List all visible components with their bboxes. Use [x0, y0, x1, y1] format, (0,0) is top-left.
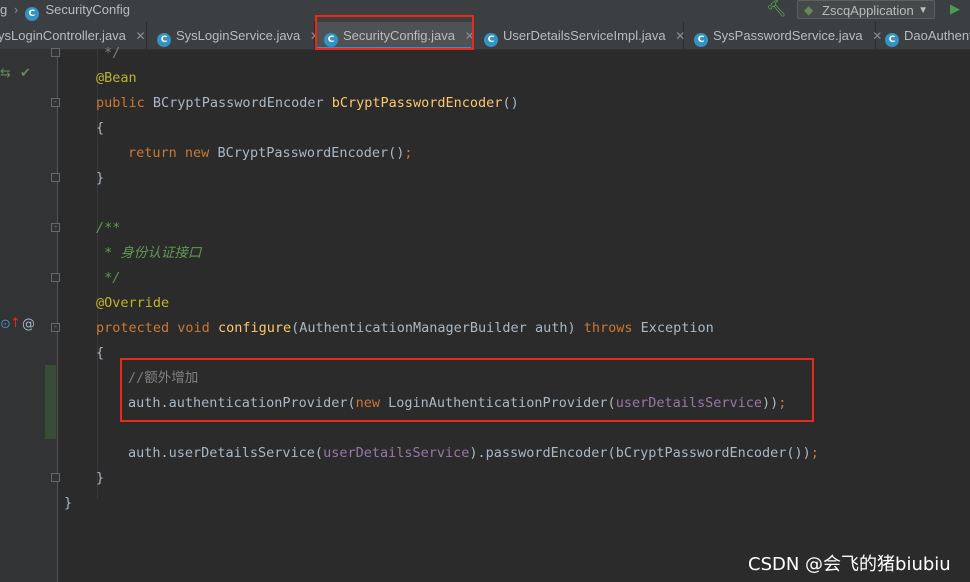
breadcrumb-parent[interactable]: g [0, 2, 7, 17]
code-line: auth.authenticationProvider(new LoginAut… [128, 391, 786, 416]
keyword-token: throws [583, 320, 633, 336]
class-icon: C [157, 33, 171, 47]
navigation-bar: g › C SecurityConfig 🔨︎ ◆ ZscqApplicatio… [0, 0, 970, 22]
breadcrumb: g › C SecurityConfig [0, 2, 130, 21]
code-line: /** [96, 220, 121, 236]
annotation-token: @Bean [96, 70, 137, 86]
code-line: @Override [96, 291, 169, 316]
fold-end-icon[interactable] [51, 473, 60, 482]
keyword-token: new [355, 395, 380, 411]
code-line: protected void configure(AuthenticationM… [96, 316, 714, 341]
expression-token: BCryptPasswordEncoder() [217, 145, 405, 161]
breadcrumb-file[interactable]: SecurityConfig [45, 2, 130, 17]
class-icon: C [484, 33, 498, 47]
tab-userdetailsserviceimpl[interactable]: C UserDetailsServiceImpl.java ✕ [474, 22, 685, 49]
code-line: return new BCryptPasswordEncoder(); [128, 141, 413, 166]
semicolon-token: ; [404, 145, 413, 161]
editor-gutter [0, 49, 58, 582]
expression-token: LoginAuthenticationProvider( [388, 395, 616, 411]
field-token: userDetailsService [615, 395, 762, 411]
code-line: { [96, 120, 105, 136]
annotation-at-icon[interactable]: @ [22, 317, 35, 332]
type-token: BCryptPasswordEncoder [152, 95, 324, 111]
class-icon: C [885, 33, 899, 47]
code-line: { [96, 345, 105, 361]
tab-label: SysLoginService.java [176, 28, 301, 43]
keyword-token: new [184, 145, 210, 161]
breadcrumb-separator-icon: › [13, 2, 19, 17]
chevron-down-icon: ▼ [918, 5, 928, 16]
semicolon-token: ; [810, 445, 819, 461]
keyword-token: return [128, 145, 177, 161]
code-line: public BCryptPasswordEncoder bCryptPassw… [96, 91, 519, 116]
code-line: } [64, 495, 73, 511]
code-line: } [96, 170, 105, 186]
type-token: Exception [640, 320, 714, 336]
tab-label: DaoAuthent [904, 28, 970, 43]
tab-syspasswordservice[interactable]: C SysPasswordService.java ✕ [684, 22, 882, 49]
code-line: * 身份认证接口 [96, 245, 202, 261]
expression-token: )) [762, 395, 779, 411]
close-icon[interactable]: ✕ [136, 29, 146, 43]
expression-token: auth.userDetailsService( [128, 445, 324, 461]
bean-link-icon[interactable]: ⇆ [0, 66, 11, 81]
code-line: @Bean [96, 66, 137, 91]
fold-end-icon[interactable] [51, 273, 60, 282]
fold-end-icon[interactable] [51, 48, 60, 57]
tab-sysloginservice[interactable]: C SysLoginService.java ✕ [147, 22, 320, 49]
class-icon: C [324, 33, 338, 47]
code-line: */ [96, 270, 121, 286]
params-token: (AuthenticationManagerBuilder auth) [291, 320, 576, 336]
code-line: //额外增加 [128, 370, 199, 386]
arrow-up-icon[interactable]: ↑ [10, 316, 21, 331]
method-name-token: configure [217, 320, 292, 336]
fold-start-icon[interactable]: - [51, 323, 60, 332]
hammer-icon[interactable]: 🔨︎ [766, 0, 786, 20]
run-icon[interactable]: ▶ [950, 1, 960, 17]
tab-label: SecurityConfig.java [343, 28, 455, 43]
editor-tab-bar: ysLoginController.java ✕ C SysLoginServic… [0, 22, 970, 50]
field-token: userDetailsService [323, 445, 470, 461]
tab-sysloginController[interactable]: ysLoginController.java ✕ [0, 22, 147, 49]
expression-token: ).passwordEncoder(bCryptPasswordEncoder(… [469, 445, 811, 461]
class-icon: C [24, 7, 39, 21]
parens-token: () [502, 95, 519, 111]
class-icon: C [694, 33, 708, 47]
fold-start-icon[interactable]: - [51, 223, 60, 232]
keyword-token: public [96, 95, 145, 111]
code-line: auth.userDetailsService(userDetailsServi… [128, 441, 819, 466]
spring-bean-icon[interactable]: ✔ [20, 66, 31, 81]
run-configuration-label: ZscqApplication [822, 3, 914, 18]
annotation-token: @Override [96, 295, 170, 311]
semicolon-token: ; [778, 395, 787, 411]
method-name-token: bCryptPasswordEncoder [331, 95, 503, 111]
code-line: */ [104, 45, 121, 61]
expression-token: auth.authenticationProvider( [128, 395, 356, 411]
fold-end-icon[interactable] [51, 173, 60, 182]
tab-securityconfig[interactable]: C SecurityConfig.java ✕ [316, 22, 475, 49]
watermark: CSDN @会飞的猪biubiu [748, 554, 951, 575]
run-configuration-select[interactable]: ◆ ZscqApplication ▼ [797, 0, 935, 19]
tab-daoauthentication[interactable]: C DaoAuthent [876, 22, 970, 49]
tab-label: UserDetailsServiceImpl.java [503, 28, 666, 43]
vcs-change-marker [45, 365, 56, 439]
tab-label: SysPasswordService.java [713, 28, 863, 43]
keyword-token: protected [96, 320, 170, 336]
keyword-token: void [177, 320, 210, 336]
code-line: } [96, 470, 105, 486]
fold-start-icon[interactable]: - [51, 98, 60, 107]
spring-app-icon: ◆ [804, 3, 814, 17]
active-tab-indicator [316, 47, 471, 49]
